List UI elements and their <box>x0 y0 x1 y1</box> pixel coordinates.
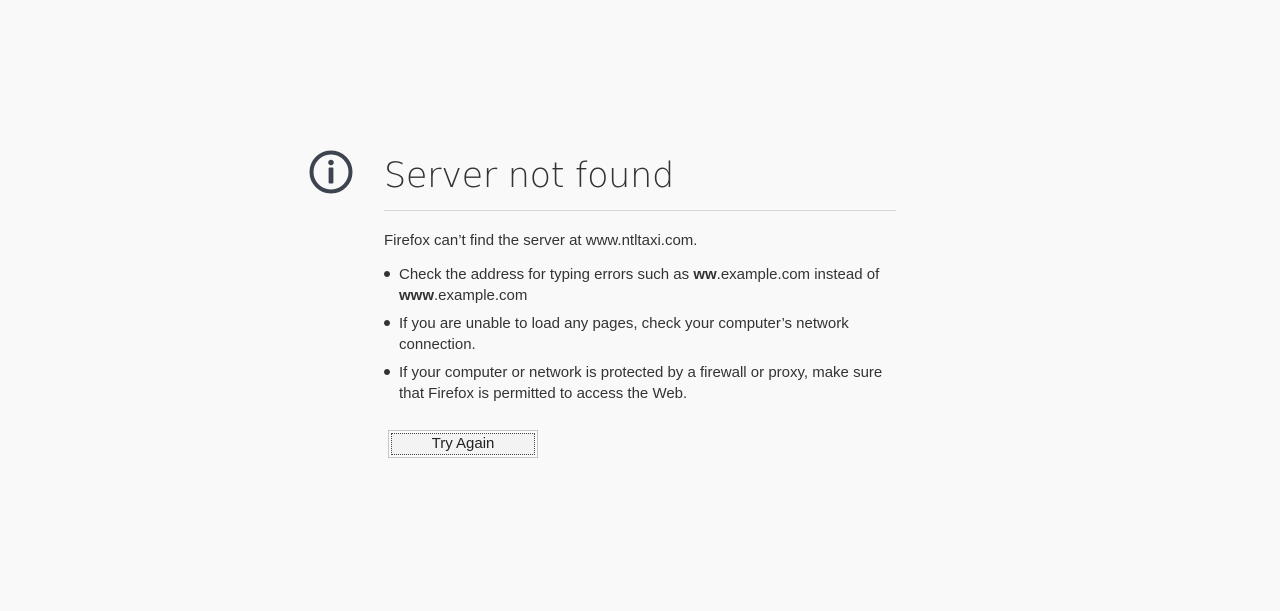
bullet-icon <box>384 320 390 326</box>
suggestion-text: .example.com <box>434 286 528 304</box>
error-description: Firefox can’t find the server at www.ntl… <box>384 232 698 249</box>
suggestion-text: If you are unable to load any pages, che… <box>399 315 849 353</box>
try-again-frame: Try Again <box>388 430 538 458</box>
error-page: Server not found Firefox can’t find the … <box>0 0 1280 611</box>
suggestion-item: If you are unable to load any pages, che… <box>384 314 896 355</box>
suggestion-item: Check the address for typing errors such… <box>384 265 896 306</box>
page-title: Server not found <box>384 156 674 196</box>
suggestion-text: If your computer or network is protected… <box>399 364 883 402</box>
bullet-icon <box>384 271 390 277</box>
title-divider <box>384 210 896 211</box>
suggestion-item: If your computer or network is protected… <box>384 363 896 404</box>
suggestion-text: Check the address for typing errors such… <box>399 266 694 283</box>
suggestion-bold: www <box>399 286 435 304</box>
suggestion-bold: ww <box>693 266 717 283</box>
info-icon <box>309 150 353 194</box>
error-content: Server not found Firefox can’t find the … <box>384 150 896 458</box>
try-again-button[interactable]: Try Again <box>391 433 535 455</box>
bullet-icon <box>384 369 390 375</box>
suggestion-list: Check the address for typing errors such… <box>384 265 896 404</box>
suggestion-text: .example.com instead of <box>716 266 880 283</box>
